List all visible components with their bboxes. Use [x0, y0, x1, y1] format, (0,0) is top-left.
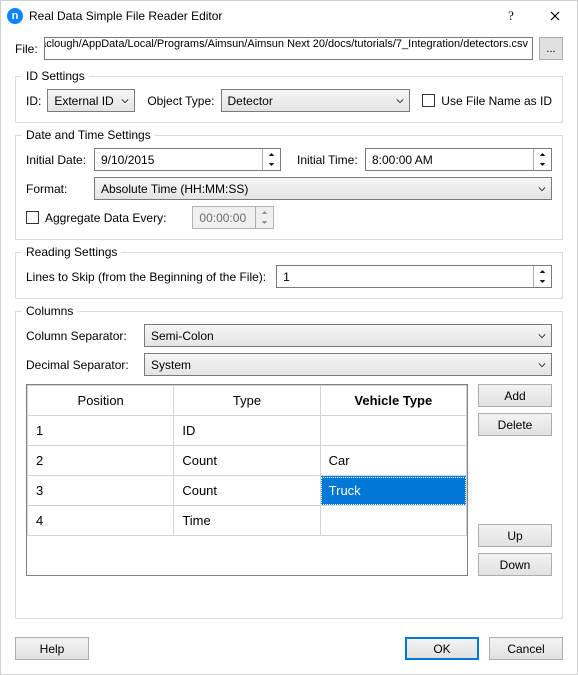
cell-position[interactable]: 1: [28, 416, 174, 446]
datetime-group: Date and Time Settings Initial Date: 9/1…: [15, 135, 563, 240]
help-button[interactable]: Help: [15, 637, 89, 660]
spinner-icon: [255, 207, 273, 228]
cell-vehicle[interactable]: Car: [320, 446, 466, 476]
spinner-icon[interactable]: [262, 149, 280, 170]
window-title: Real Data Simple File Reader Editor: [29, 9, 489, 23]
cell-type[interactable]: Count: [174, 476, 320, 506]
down-button[interactable]: Down: [478, 553, 552, 576]
initial-date-input[interactable]: 9/10/2015: [94, 148, 281, 171]
chevron-down-icon: [533, 354, 551, 375]
lines-to-skip-value: 1: [283, 270, 290, 284]
id-combo-value: External ID: [54, 94, 113, 108]
up-button[interactable]: Up: [478, 524, 552, 547]
table-row[interactable]: 3 Count Truck: [28, 476, 467, 506]
aggregate-value: 00:00:00: [199, 211, 246, 225]
browse-button[interactable]: ...: [539, 37, 563, 60]
chevron-down-icon: [116, 90, 134, 111]
cell-position[interactable]: 2: [28, 446, 174, 476]
ok-button[interactable]: OK: [405, 637, 479, 660]
col-sep-value: Semi-Colon: [151, 329, 214, 343]
file-path-input[interactable]: irraclough/AppData/Local/Programs/Aimsun…: [44, 37, 533, 60]
columns-group: Columns Column Separator: Semi-Colon Dec…: [15, 311, 563, 619]
lines-to-skip-label: Lines to Skip (from the Beginning of the…: [26, 270, 266, 284]
id-settings-group: ID Settings ID: External ID Object Type:…: [15, 76, 563, 123]
dec-sep-value: System: [151, 358, 191, 372]
initial-date-label: Initial Date:: [26, 153, 88, 167]
help-icon[interactable]: ?: [489, 1, 533, 31]
use-filename-checkbox[interactable]: [422, 94, 435, 107]
columns-legend: Columns: [22, 304, 77, 318]
title-bar: n Real Data Simple File Reader Editor ?: [1, 1, 577, 31]
object-type-combo[interactable]: Detector: [221, 89, 411, 112]
delete-button[interactable]: Delete: [478, 413, 552, 436]
cancel-button[interactable]: Cancel: [489, 637, 563, 660]
table-row[interactable]: 4 Time: [28, 506, 467, 536]
initial-time-label: Initial Time:: [297, 153, 359, 167]
col-sep-label: Column Separator:: [26, 329, 138, 343]
initial-time-input[interactable]: 8:00:00 AM: [365, 148, 552, 171]
header-position[interactable]: Position: [28, 386, 174, 416]
cell-vehicle[interactable]: [320, 506, 466, 536]
cell-position[interactable]: 4: [28, 506, 174, 536]
columns-table[interactable]: Position Type Vehicle Type 1 ID 2: [26, 384, 468, 576]
header-type[interactable]: Type: [174, 386, 320, 416]
column-side-buttons: Add Delete Up Down: [478, 384, 552, 576]
cell-type[interactable]: Time: [174, 506, 320, 536]
chevron-down-icon: [533, 325, 551, 346]
reading-group: Reading Settings Lines to Skip (from the…: [15, 252, 563, 299]
aggregate-input: 00:00:00: [192, 206, 274, 229]
datetime-legend: Date and Time Settings: [22, 128, 155, 142]
use-filename-label: Use File Name as ID: [441, 94, 552, 108]
col-sep-combo[interactable]: Semi-Colon: [144, 324, 552, 347]
format-combo[interactable]: Absolute Time (HH:MM:SS): [94, 177, 552, 200]
cell-vehicle-selected[interactable]: Truck: [320, 476, 466, 506]
file-label: File:: [15, 42, 38, 56]
table-header-row: Position Type Vehicle Type: [28, 386, 467, 416]
table-row[interactable]: 2 Count Car: [28, 446, 467, 476]
spinner-icon[interactable]: [533, 266, 551, 287]
dec-sep-combo[interactable]: System: [144, 353, 552, 376]
table-row[interactable]: 1 ID: [28, 416, 467, 446]
chevron-down-icon: [533, 178, 551, 199]
format-value: Absolute Time (HH:MM:SS): [101, 182, 248, 196]
aggregate-label: Aggregate Data Every:: [45, 211, 166, 225]
format-label: Format:: [26, 182, 88, 196]
header-vehicle-type[interactable]: Vehicle Type: [320, 386, 466, 416]
close-icon[interactable]: [533, 1, 577, 31]
id-settings-legend: ID Settings: [22, 69, 89, 83]
dialog-footer: Help OK Cancel: [1, 629, 577, 674]
reading-legend: Reading Settings: [22, 245, 121, 259]
cell-position[interactable]: 3: [28, 476, 174, 506]
cell-vehicle[interactable]: [320, 416, 466, 446]
initial-date-value: 9/10/2015: [101, 153, 154, 167]
aggregate-checkbox[interactable]: [26, 211, 39, 224]
add-button[interactable]: Add: [478, 384, 552, 407]
dec-sep-label: Decimal Separator:: [26, 358, 138, 372]
id-combo[interactable]: External ID: [47, 89, 135, 112]
chevron-down-icon: [391, 90, 409, 111]
spinner-icon[interactable]: [533, 149, 551, 170]
id-label: ID:: [26, 94, 41, 108]
cell-type[interactable]: Count: [174, 446, 320, 476]
lines-to-skip-input[interactable]: 1: [276, 265, 552, 288]
initial-time-value: 8:00:00 AM: [372, 153, 433, 167]
cell-type[interactable]: ID: [174, 416, 320, 446]
object-type-label: Object Type:: [147, 94, 214, 108]
object-type-value: Detector: [228, 94, 273, 108]
app-icon: n: [7, 8, 23, 24]
file-row: File: irraclough/AppData/Local/Programs/…: [15, 37, 563, 60]
